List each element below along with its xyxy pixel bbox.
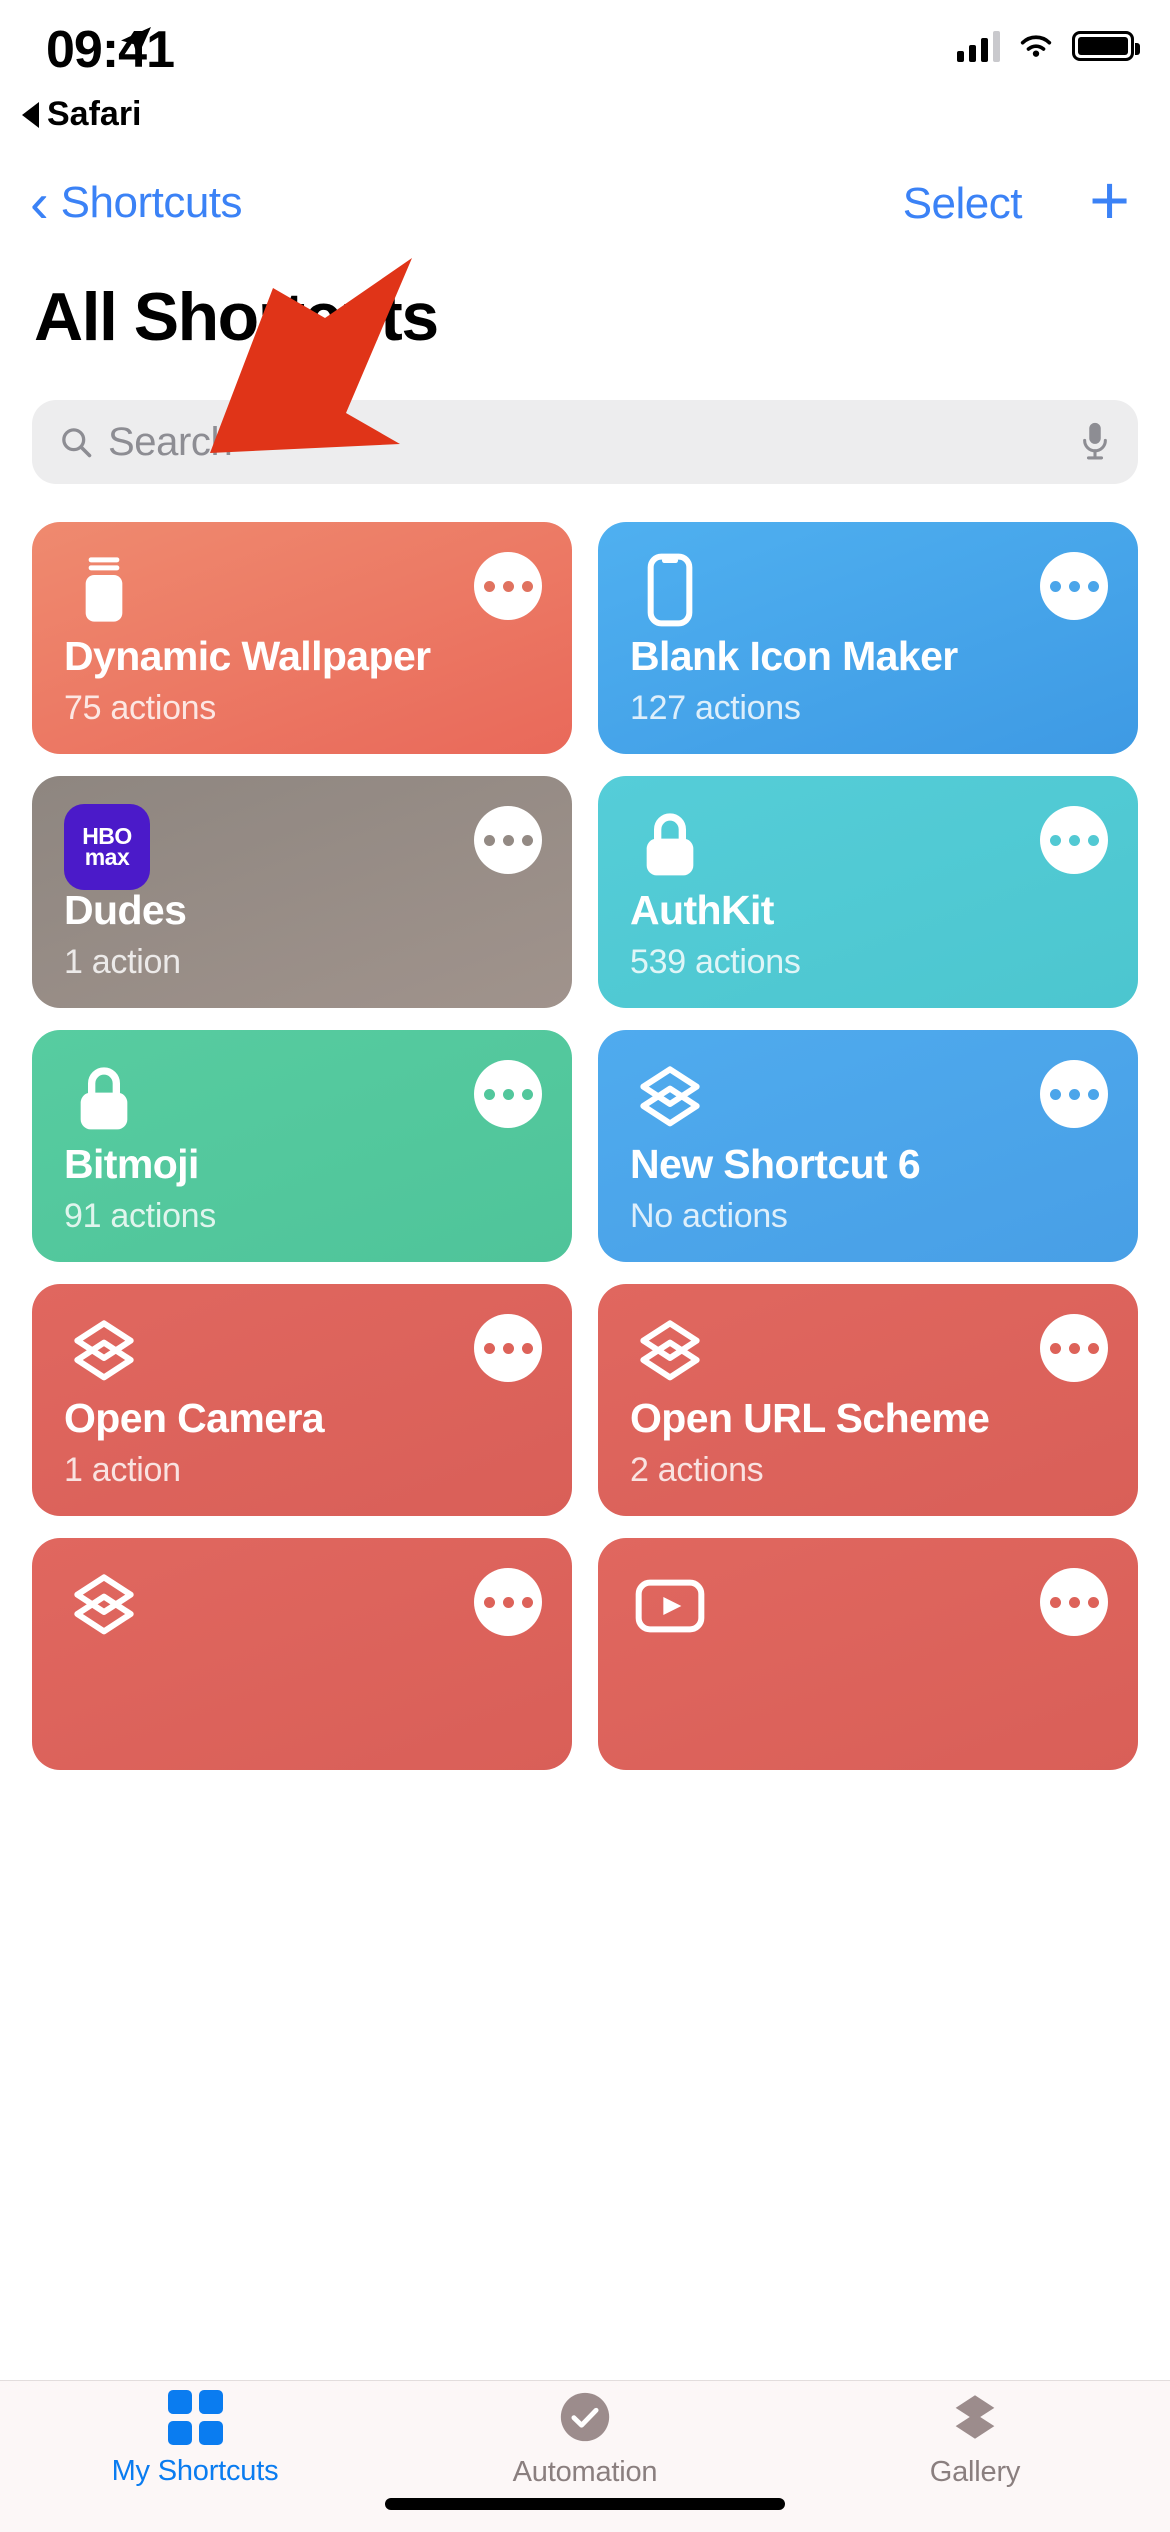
back-triangle-icon bbox=[22, 101, 39, 128]
shortcut-title: Blank Icon Maker bbox=[630, 633, 958, 679]
shortcut-tile[interactable]: Open Camera 1 action bbox=[32, 1284, 572, 1516]
shortcut-tile[interactable]: Blank Icon Maker 127 actions bbox=[598, 522, 1138, 754]
tile-icon-wrap bbox=[630, 1312, 710, 1392]
tab-my-shortcuts-label: My Shortcuts bbox=[111, 2454, 279, 2487]
tile-icon-wrap bbox=[64, 1566, 144, 1646]
select-button[interactable]: Select bbox=[903, 179, 1023, 229]
back-button-label: Shortcuts bbox=[60, 178, 243, 227]
shortcut-tile[interactable] bbox=[32, 1538, 572, 1770]
shortcut-subtitle: 1 action bbox=[64, 1451, 181, 1489]
tile-more-button[interactable] bbox=[1040, 806, 1108, 874]
shortcut-tile[interactable]: HBO max Dudes 1 action bbox=[32, 776, 572, 1008]
tile-more-button[interactable] bbox=[474, 1568, 542, 1636]
shortcut-subtitle: 2 actions bbox=[630, 1451, 764, 1489]
tab-automation-label: Automation bbox=[512, 2456, 658, 2488]
back-button-shortcuts[interactable]: ‹ Shortcuts bbox=[30, 171, 243, 234]
shortcut-title: New Shortcut 6 bbox=[630, 1141, 921, 1187]
tile-more-button[interactable] bbox=[1040, 1568, 1108, 1636]
lock-icon bbox=[646, 813, 694, 876]
shortcut-title: Dudes bbox=[64, 887, 187, 933]
shortcut-subtitle: 127 actions bbox=[630, 689, 801, 727]
shortcut-title: Dynamic Wallpaper bbox=[64, 633, 431, 679]
shortcut-title: Open URL Scheme bbox=[630, 1395, 990, 1441]
tile-more-button[interactable] bbox=[474, 1314, 542, 1382]
tile-icon-wrap bbox=[630, 550, 710, 630]
status-bar-back-to-app[interactable]: Safari bbox=[22, 95, 142, 134]
tile-more-button[interactable] bbox=[1040, 552, 1108, 620]
tab-my-shortcuts[interactable]: My Shortcuts bbox=[0, 2381, 390, 2532]
tile-icon-wrap bbox=[64, 1312, 144, 1392]
hbo-max-app-icon: HBO max bbox=[64, 804, 150, 890]
search-placeholder: Search bbox=[108, 419, 233, 464]
tile-icon-wrap bbox=[64, 550, 144, 630]
shortcuts-glyph-icon bbox=[640, 1320, 700, 1381]
shortcut-subtitle: 1 action bbox=[64, 943, 181, 981]
shortcut-title: Bitmoji bbox=[64, 1141, 199, 1187]
tab-gallery-label: Gallery bbox=[929, 2456, 1021, 2488]
shortcut-title: AuthKit bbox=[630, 887, 774, 933]
shortcut-subtitle: No actions bbox=[630, 1197, 788, 1235]
microphone-icon[interactable] bbox=[1078, 419, 1112, 465]
jar-container-icon bbox=[85, 557, 123, 622]
tab-gallery[interactable]: Gallery bbox=[780, 2381, 1170, 2532]
shortcut-subtitle: 91 actions bbox=[64, 1197, 216, 1235]
grid-squares-icon bbox=[167, 2389, 223, 2445]
tile-icon-wrap bbox=[630, 1566, 710, 1646]
shortcuts-grid: Dynamic Wallpaper 75 actions Blank Icon M… bbox=[32, 522, 1138, 1770]
battery-full-icon bbox=[1072, 31, 1140, 61]
shortcut-subtitle: 75 actions bbox=[64, 689, 216, 727]
shortcut-tile[interactable]: AuthKit 539 actions bbox=[598, 776, 1138, 1008]
shortcut-tile[interactable]: Open URL Scheme 2 actions bbox=[598, 1284, 1138, 1516]
shortcut-subtitle: 539 actions bbox=[630, 943, 801, 981]
tile-more-button[interactable] bbox=[1040, 1314, 1108, 1382]
checkmark-circle-icon bbox=[560, 2392, 610, 2442]
navigation-bar: ‹ Shortcuts Select + bbox=[0, 155, 1170, 260]
cellular-signal-icon bbox=[957, 30, 1000, 62]
tile-more-button[interactable] bbox=[474, 1060, 542, 1128]
add-shortcut-button[interactable]: + bbox=[1089, 165, 1130, 235]
shortcut-tile[interactable]: Bitmoji 91 actions bbox=[32, 1030, 572, 1262]
wifi-icon bbox=[1020, 35, 1052, 57]
search-icon bbox=[62, 428, 92, 458]
shortcuts-glyph-icon bbox=[640, 1066, 700, 1127]
tile-icon-wrap bbox=[630, 804, 710, 884]
iphone-device-icon bbox=[647, 553, 693, 627]
shortcuts-glyph-icon bbox=[74, 1574, 134, 1635]
tile-more-button[interactable] bbox=[1040, 1060, 1108, 1128]
lock-icon bbox=[80, 1067, 128, 1130]
shortcut-title: Open Camera bbox=[64, 1395, 325, 1441]
tile-more-button[interactable] bbox=[474, 806, 542, 874]
tile-more-button[interactable] bbox=[474, 552, 542, 620]
chevron-left-icon: ‹ bbox=[30, 171, 49, 234]
stacked-layers-icon bbox=[955, 2395, 995, 2439]
search-field[interactable]: Search bbox=[32, 400, 1138, 484]
play-video-icon bbox=[635, 1579, 705, 1633]
shortcuts-glyph-icon bbox=[74, 1320, 134, 1381]
status-bar: 09:41 Safari bbox=[0, 0, 1170, 150]
tile-icon-wrap bbox=[630, 1058, 710, 1138]
shortcut-tile[interactable]: Dynamic Wallpaper 75 actions bbox=[32, 522, 572, 754]
location-arrow-icon bbox=[121, 27, 151, 57]
status-bar-indicators bbox=[957, 30, 1140, 62]
shortcut-tile[interactable]: New Shortcut 6 No actions bbox=[598, 1030, 1138, 1262]
status-bar-time: 09:41 bbox=[46, 21, 175, 79]
shortcut-tile[interactable] bbox=[598, 1538, 1138, 1770]
home-indicator bbox=[385, 2498, 785, 2510]
status-bar-back-label: Safari bbox=[47, 95, 142, 133]
page-title: All Shortcuts bbox=[34, 279, 439, 355]
tile-icon-wrap bbox=[64, 1058, 144, 1138]
